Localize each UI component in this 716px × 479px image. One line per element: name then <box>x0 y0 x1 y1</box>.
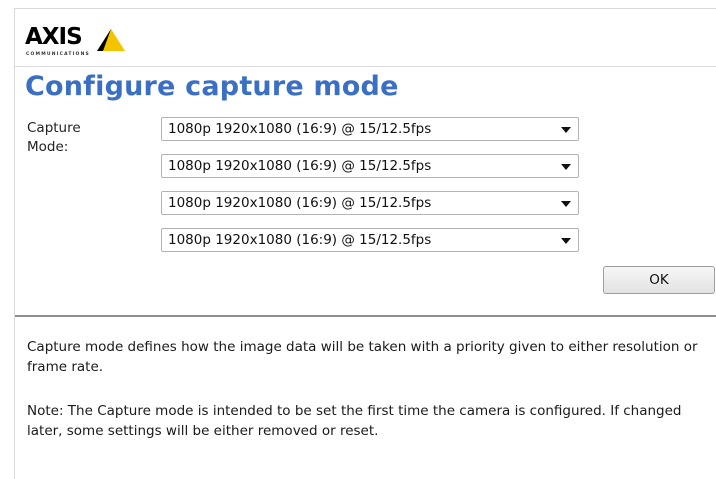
header-divider <box>15 66 716 67</box>
chevron-down-icon <box>561 238 571 244</box>
capture-mode-select-3-value: 1080p 1920x1080 (16:9) @ 15/12.5fps <box>168 195 432 211</box>
capture-mode-note: Note: The Capture mode is intended to be… <box>27 403 682 439</box>
capture-mode-select-1[interactable]: 1080p 1920x1080 (16:9) @ 15/12.5fps <box>161 117 579 141</box>
logo-subtitle: COMMUNICATIONS <box>26 52 90 57</box>
capture-mode-select-2[interactable]: 1080p 1920x1080 (16:9) @ 15/12.5fps <box>161 154 579 178</box>
main-panel: AXIS COMMUNICATIONS Configure capture mo… <box>14 8 716 479</box>
capture-mode-select-1-value: 1080p 1920x1080 (16:9) @ 15/12.5fps <box>168 121 432 137</box>
section-divider <box>15 315 716 317</box>
capture-mode-select-3[interactable]: 1080p 1920x1080 (16:9) @ 15/12.5fps <box>161 191 579 215</box>
ok-button[interactable]: OK <box>603 266 715 294</box>
chevron-down-icon <box>561 201 571 207</box>
capture-mode-select-4[interactable]: 1080p 1920x1080 (16:9) @ 15/12.5fps <box>161 228 579 252</box>
capture-mode-select-2-value: 1080p 1920x1080 (16:9) @ 15/12.5fps <box>168 158 432 174</box>
axis-logo-triangle-icon <box>97 29 125 51</box>
logo-wordmark: AXIS <box>25 24 83 50</box>
capture-mode-select-4-value: 1080p 1920x1080 (16:9) @ 15/12.5fps <box>168 232 432 248</box>
axis-logo[interactable]: AXIS COMMUNICATIONS <box>25 23 135 63</box>
chevron-down-icon <box>561 164 571 170</box>
chevron-down-icon <box>561 127 571 133</box>
page-title: Configure capture mode <box>25 71 399 102</box>
capture-mode-description: Capture mode defines how the image data … <box>27 339 698 375</box>
capture-mode-label: Capture Mode: <box>27 120 81 155</box>
